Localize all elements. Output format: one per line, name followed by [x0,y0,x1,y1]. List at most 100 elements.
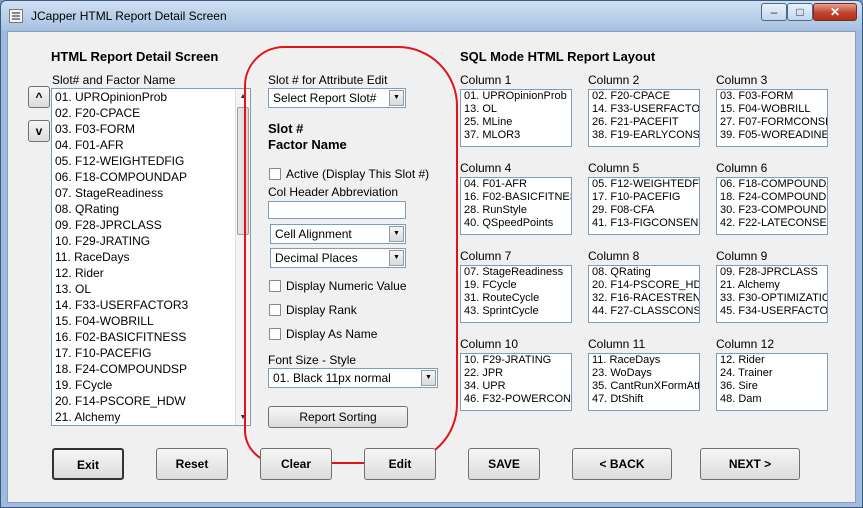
column-list-item[interactable]: 31. RouteCycle [461,292,571,305]
column-list-item[interactable]: 05. F12-WEIGHTEDFIG [589,178,699,191]
column-list-item[interactable]: 10. F29-JRATING [461,354,571,367]
slot-list-item[interactable]: 19. FCycle [52,377,250,393]
move-up-button[interactable]: ^ [28,86,50,108]
column-listbox[interactable]: 03. F03-FORM 15. F04-WOBRILL 27. F07-FORMC… [716,89,828,147]
column-list-item[interactable]: 28. RunStyle [461,204,571,217]
column-list-item[interactable]: 35. CantRunXFormAtt [589,380,699,393]
column-listbox[interactable]: 12. Rider 24. Trainer 36. Sire 48. Dam [716,353,828,411]
column-list-item[interactable]: 45. F34-USERFACTOR [717,305,827,318]
column-list-item[interactable]: 22. JPR [461,367,571,380]
slot-listbox[interactable]: 01. UPROpinionProb 02. F20-CPACE 03. F03-F… [51,88,251,426]
column-list-item[interactable]: 29. F08-CFA [589,204,699,217]
column-list-item[interactable]: 12. Rider [717,354,827,367]
slot-list-item[interactable]: 05. F12-WEIGHTEDFIG [52,153,250,169]
slot-list-item[interactable]: 10. F29-JRATING [52,233,250,249]
slot-list-item[interactable]: 04. F01-AFR [52,137,250,153]
column-listbox[interactable]: 05. F12-WEIGHTEDFIG 17. F10-PACEFIG 29. F0… [588,177,700,235]
back-button[interactable]: < BACK [572,448,672,480]
column-listbox[interactable]: 08. QRating 20. F14-PSCORE_HDW 32. F16-RAC… [588,265,700,323]
clear-button[interactable]: Clear [260,448,332,480]
reset-button[interactable]: Reset [156,448,228,480]
column-label: Column 2 [588,73,640,87]
slot-list-item[interactable]: 07. StageReadiness [52,185,250,201]
column-list-item[interactable]: 14. F33-USERFACTOR [589,103,699,116]
slot-list-item[interactable]: 08. QRating [52,201,250,217]
column-list-item[interactable]: 15. F04-WOBRILL [717,103,827,116]
column-list-item[interactable]: 38. F19-EARLYCONSE [589,129,699,142]
slot-list-item[interactable]: 02. F20-CPACE [52,105,250,121]
column-listbox[interactable]: 07. StageReadiness 19. FCycle 31. RouteCyc… [460,265,572,323]
column-list-item[interactable]: 33. F30-OPTIMIZATIO [717,292,827,305]
slot-list-item[interactable]: 18. F24-COMPOUNDSP [52,361,250,377]
slot-list-item[interactable]: 15. F04-WOBRILL [52,313,250,329]
column-list-item[interactable]: 34. UPR [461,380,571,393]
column-label: Column 7 [460,249,512,263]
column-list-item[interactable]: 18. F24-COMPOUNDSF [717,191,827,204]
column-list-item[interactable]: 20. F14-PSCORE_HDW [589,279,699,292]
column-list-item[interactable]: 32. F16-RACESTRENGT [589,292,699,305]
column-label: Column 8 [588,249,640,263]
column-list-item[interactable]: 47. DtShift [589,393,699,406]
column-list-item[interactable]: 11. RaceDays [589,354,699,367]
column-listbox[interactable]: 11. RaceDays 23. WoDays 35. CantRunXFormAt… [588,353,700,411]
column-list-item[interactable]: 01. UPROpinionProb [461,90,571,103]
column-list-item[interactable]: 02. F20-CPACE [589,90,699,103]
slot-list-item[interactable]: 14. F33-USERFACTOR3 [52,297,250,313]
column-list-item[interactable]: 23. WoDays [589,367,699,380]
column-listbox[interactable]: 02. F20-CPACE 14. F33-USERFACTOR 26. F21-P… [588,89,700,147]
column-list-item[interactable]: 37. MLOR3 [461,129,571,142]
slot-list-item[interactable]: 17. F10-PACEFIG [52,345,250,361]
column-list-item[interactable]: 39. F05-WOREADINES [717,129,827,142]
next-button[interactable]: NEXT > [700,448,800,480]
column-list-item[interactable]: 48. Dam [717,393,827,406]
column-label: Column 9 [716,249,768,263]
column-list-item[interactable]: 13. OL [461,103,571,116]
column-list-item[interactable]: 04. F01-AFR [461,178,571,191]
edit-button[interactable]: Edit [364,448,436,480]
column-list-item[interactable]: 08. QRating [589,266,699,279]
column-listbox[interactable]: 01. UPROpinionProb 13. OL 25. MLine 37. MLO… [460,89,572,147]
slot-list-item[interactable]: 13. OL [52,281,250,297]
column-list-item[interactable]: 43. SprintCycle [461,305,571,318]
save-button[interactable]: SAVE [468,448,540,480]
column-list-item[interactable]: 16. F02-BASICFITNESS [461,191,571,204]
column-listbox[interactable]: 04. F01-AFR16. F02-BASICFITNESS28. RunSt… [460,177,572,235]
slot-list-item[interactable]: 09. F28-JPRCLASS [52,217,250,233]
slot-list-item[interactable]: 01. UPROpinionProb [52,89,250,105]
slot-list-item[interactable]: 11. RaceDays [52,249,250,265]
slot-list-item[interactable]: 06. F18-COMPOUNDAP [52,169,250,185]
column-label: Column 12 [716,337,775,351]
slot-list-item[interactable]: 03. F03-FORM [52,121,250,137]
column-list-item[interactable]: 30. F23-COMPOUNDLA [717,204,827,217]
column-list-item[interactable]: 41. F13-FIGCONSENSU [589,217,699,230]
move-down-button[interactable]: v [28,120,50,142]
column-list-item[interactable]: 19. FCycle [461,279,571,292]
column-list-item[interactable]: 21. Alchemy [717,279,827,292]
minimize-button[interactable]: – [761,3,787,21]
column-list-item[interactable]: 27. F07-FORMCONSEN [717,116,827,129]
column-list-item[interactable]: 26. F21-PACEFIT [589,116,699,129]
close-button[interactable]: ✕ [813,3,857,21]
column-list-item[interactable]: 25. MLine [461,116,571,129]
column-listbox[interactable]: 09. F28-JPRCLASS 21. Alchemy 33. F30-OPTIM… [716,265,828,323]
column-listbox[interactable]: 10. F29-JRATING 22. JPR 34. UPR 46. F32-POW… [460,353,572,411]
column-list-item[interactable]: 42. F22-LATECONSEN [717,217,827,230]
maximize-button[interactable]: □ [787,3,813,21]
column-label: Column 1 [460,73,512,87]
column-list-item[interactable]: 24. Trainer [717,367,827,380]
column-list-item[interactable]: 46. F32-POWERCONSI [461,393,571,406]
column-listbox[interactable]: 06. F18-COMPOUNDAI18. F24-COMPOUNDSF30. … [716,177,828,235]
column-list-item[interactable]: 07. StageReadiness [461,266,571,279]
slot-list-item[interactable]: 16. F02-BASICFITNESS [52,329,250,345]
column-list-item[interactable]: 40. QSpeedPoints [461,217,571,230]
slot-list-item[interactable]: 20. F14-PSCORE_HDW [52,393,250,409]
column-list-item[interactable]: 09. F28-JPRCLASS [717,266,827,279]
column-list-item[interactable]: 36. Sire [717,380,827,393]
column-list-item[interactable]: 06. F18-COMPOUNDAI [717,178,827,191]
exit-button[interactable]: Exit [52,448,124,480]
slot-list-item[interactable]: 21. Alchemy [52,409,250,425]
slot-list-item[interactable]: 12. Rider [52,265,250,281]
column-list-item[interactable]: 44. F27-CLASSCONSE [589,305,699,318]
column-list-item[interactable]: 17. F10-PACEFIG [589,191,699,204]
column-list-item[interactable]: 03. F03-FORM [717,90,827,103]
